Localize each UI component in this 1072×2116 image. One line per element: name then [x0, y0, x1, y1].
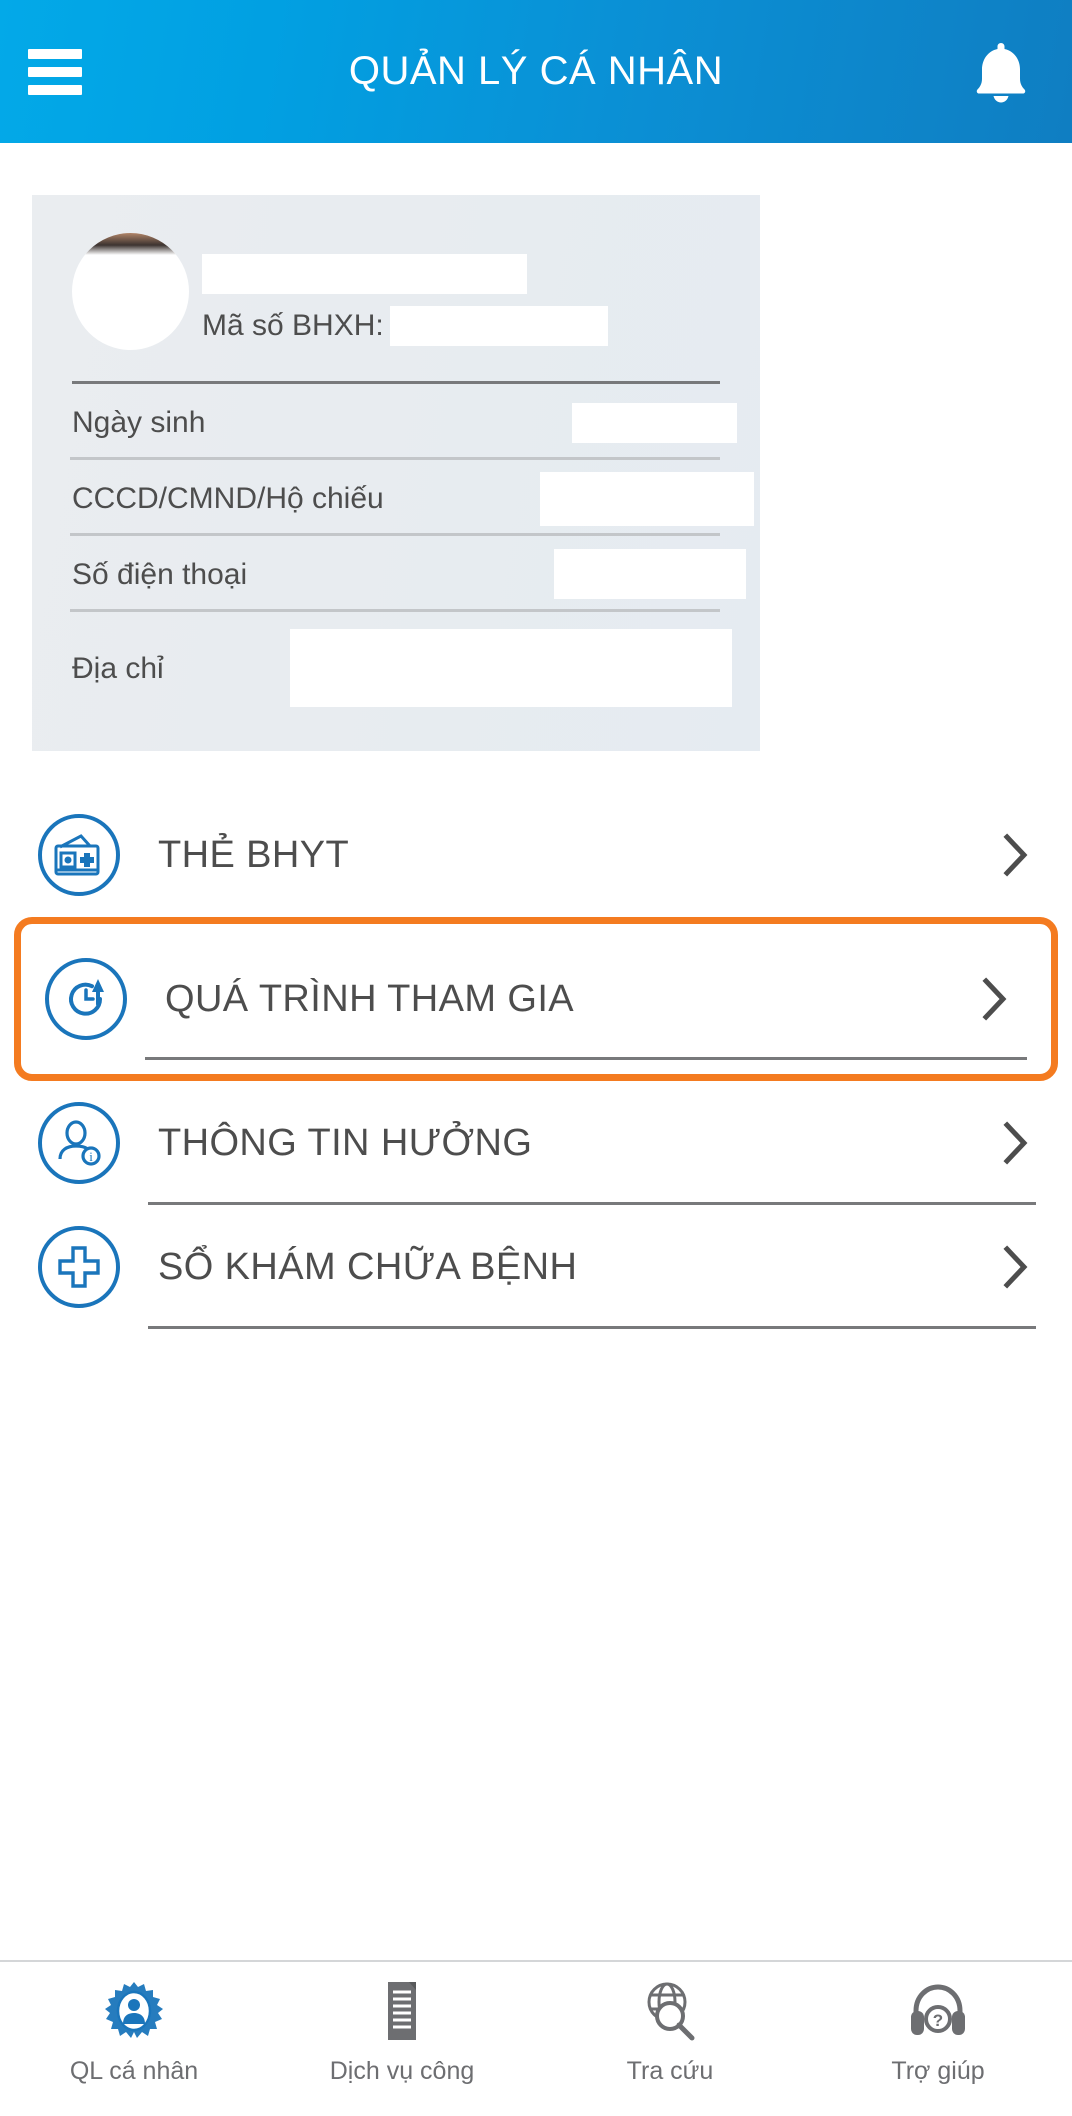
chevron-right-icon-svg — [1003, 1121, 1028, 1165]
chevron-right-icon[interactable] — [996, 830, 1036, 880]
menu-item-underline — [148, 1326, 1036, 1329]
bhxh-row: Mã số BHXH: — [202, 303, 608, 349]
chevron-right-icon[interactable] — [975, 974, 1015, 1024]
globe-search-icon-svg — [647, 1982, 695, 2041]
field-label: CCCD/CMND/Hộ chiếu — [72, 482, 384, 515]
chevron-right-icon-svg — [1003, 833, 1028, 877]
field-value — [540, 472, 754, 526]
profile-divider — [72, 381, 720, 384]
menu-item-thong-tin-huong[interactable]: i THÔNG TIN HƯỞNG — [0, 1081, 1072, 1205]
person-info-icon-svg: i — [58, 1120, 101, 1166]
field-row-dia-chi: Địa chỉ — [72, 613, 732, 725]
svg-text:i: i — [89, 1149, 93, 1164]
nav-item-label: QL cá nhân — [69, 2057, 199, 2085]
document-icon-svg — [388, 1982, 416, 2040]
document-icon — [369, 1978, 435, 2044]
menu-item-label: QUÁ TRÌNH THAM GIA — [165, 977, 575, 1020]
medical-cross-icon — [38, 1226, 120, 1308]
hamburger-bar — [28, 84, 82, 95]
insurance-card-icon — [38, 814, 120, 896]
person-info-icon: i — [38, 1102, 120, 1184]
gear-person-icon — [101, 1978, 167, 2044]
history-clock-icon-svg — [69, 979, 104, 1016]
field-value — [290, 629, 732, 707]
profile-divider — [70, 457, 720, 460]
chevron-right-icon[interactable] — [996, 1242, 1036, 1292]
bhxh-label: Mã số BHXH: — [202, 309, 384, 342]
page-title: QUẢN LÝ CÁ NHÂN — [348, 49, 724, 93]
hamburger-menu-icon[interactable] — [28, 48, 82, 95]
medical-cross-icon-svg — [58, 1246, 100, 1288]
menu-item-the-bhyt[interactable]: THẺ BHYT — [0, 793, 1072, 917]
profile-card: Mã số BHXH: Ngày sinh CCCD/CMND/Hộ chiếu… — [32, 195, 760, 751]
hamburger-bar — [28, 66, 82, 77]
field-value — [572, 403, 737, 443]
nav-item-label: Dịch vụ công — [329, 2057, 475, 2085]
profile-divider — [70, 609, 720, 612]
field-label: Địa chỉ — [72, 652, 164, 685]
history-clock-icon — [45, 958, 127, 1040]
chevron-right-icon[interactable] — [996, 1118, 1036, 1168]
globe-search-icon — [637, 1978, 703, 2044]
menu-item-label: THÔNG TIN HƯỞNG — [158, 1121, 533, 1164]
gear-person-icon-svg — [105, 1982, 163, 2038]
nav-item-label: Trợ giúp — [891, 2057, 985, 2085]
menu-item-so-kham-chua-benh[interactable]: SỔ KHÁM CHỮA BỆNH — [0, 1205, 1072, 1329]
avatar-image — [72, 233, 189, 255]
nav-item-dich-vu-cong[interactable]: Dịch vụ công — [268, 1978, 536, 2086]
field-label: Ngày sinh — [72, 406, 206, 439]
bell-icon-svg — [976, 42, 1026, 102]
insurance-card-icon-svg — [54, 834, 100, 876]
menu-item-label: THẺ BHYT — [158, 833, 350, 876]
bhxh-value — [389, 306, 608, 346]
profile-name-value — [202, 254, 527, 294]
nav-item-tra-cuu[interactable]: Tra cứu — [536, 1978, 804, 2086]
nav-item-label: Tra cứu — [626, 2057, 714, 2085]
field-row-sdt: Số điện thoại — [72, 537, 746, 613]
bell-icon[interactable] — [968, 37, 1034, 107]
content-area: Mã số BHXH: Ngày sinh CCCD/CMND/Hộ chiếu… — [0, 143, 1072, 2116]
field-row-cccd: CCCD/CMND/Hộ chiếu — [72, 461, 754, 537]
app-header: QUẢN LÝ CÁ NHÂN — [0, 0, 1072, 143]
app-root: QUẢN LÝ CÁ NHÂN Mã số BHXH: Ngày sinh CC… — [0, 0, 1072, 2116]
avatar[interactable] — [72, 233, 189, 350]
menu-list: THẺ BHYT QUÁ TRÌNH THAM GIA i THÔNG TIN … — [0, 793, 1072, 1329]
chevron-right-icon-svg — [982, 977, 1007, 1021]
nav-item-tro-giup[interactable]: ? Trợ giúp — [804, 1978, 1072, 2086]
nav-item-ql-ca-nhan[interactable]: QL cá nhân — [0, 1978, 268, 2086]
menu-item-underline — [145, 1057, 1027, 1060]
field-label: Số điện thoại — [72, 558, 248, 591]
hamburger-bar — [28, 48, 82, 59]
field-row-ngay-sinh: Ngày sinh — [72, 385, 737, 461]
headset-help-icon: ? — [905, 1978, 971, 2044]
headset-help-icon-svg: ? — [911, 1984, 965, 2035]
field-value — [554, 549, 746, 599]
chevron-right-icon-svg — [1003, 1245, 1028, 1289]
profile-divider — [70, 533, 720, 536]
svg-text:?: ? — [933, 2011, 943, 2030]
menu-item-label: SỔ KHÁM CHỮA BỆNH — [158, 1245, 578, 1288]
bottom-navigation: QL cá nhân Dịch vụ công Tra cứu ? Trợ gi… — [0, 1960, 1072, 2116]
menu-item-qua-trinh-tham-gia[interactable]: QUÁ TRÌNH THAM GIA — [14, 917, 1058, 1081]
